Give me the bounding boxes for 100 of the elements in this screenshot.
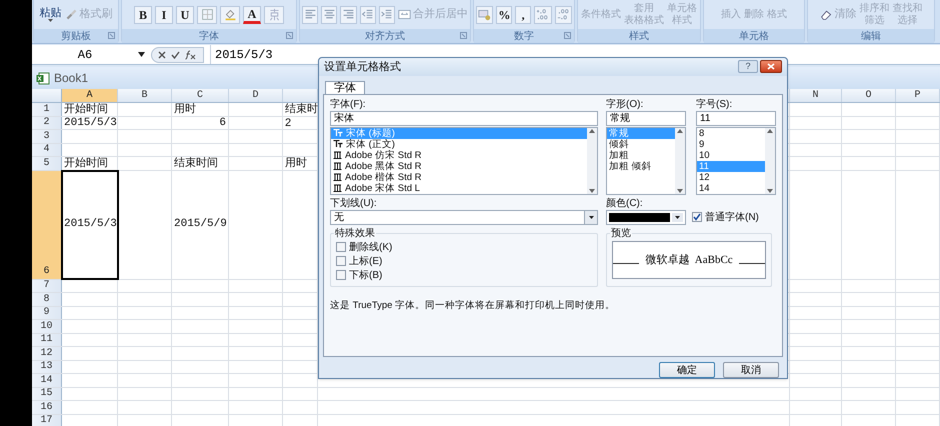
scrollbar[interactable] bbox=[765, 128, 775, 194]
close-icon[interactable] bbox=[767, 63, 775, 70]
help-button[interactable]: ? bbox=[738, 60, 758, 74]
decrease-decimal-button[interactable] bbox=[554, 6, 572, 24]
dropdown-arrow-icon[interactable] bbox=[138, 52, 145, 57]
align-center-button[interactable] bbox=[321, 6, 338, 24]
dialog-button[interactable]: 确定 bbox=[659, 362, 715, 378]
row-header[interactable]: 7 bbox=[32, 280, 62, 292]
cancel-icon[interactable] bbox=[158, 50, 166, 58]
align-left-button[interactable] bbox=[302, 6, 318, 24]
cell-text: 开始时间 bbox=[63, 102, 109, 117]
toolbar-button[interactable]: , bbox=[515, 6, 532, 24]
increase-decimal-button[interactable] bbox=[534, 6, 552, 24]
check-icon[interactable] bbox=[171, 50, 180, 58]
scroll-up-icon[interactable] bbox=[589, 128, 595, 133]
column-header[interactable]: A bbox=[62, 89, 118, 102]
row-header[interactable]: 5 bbox=[32, 157, 62, 170]
spreadsheet-icon bbox=[36, 72, 50, 84]
font-input[interactable]: 宋体 bbox=[330, 110, 598, 126]
list-item[interactable]: Adobe 仿宋 Std R bbox=[331, 150, 587, 161]
list-item[interactable]: Adobe 黑体 Std R bbox=[331, 160, 587, 172]
scroll-up-icon[interactable] bbox=[767, 128, 773, 133]
scrollbar[interactable] bbox=[587, 128, 597, 194]
list-item[interactable]: 8 bbox=[697, 128, 765, 139]
toolbar-button[interactable]: B bbox=[134, 6, 152, 24]
row-header[interactable]: 17 bbox=[32, 414, 62, 426]
scroll-up-icon[interactable] bbox=[677, 128, 683, 133]
scroll-down-icon[interactable] bbox=[589, 188, 595, 193]
row-header[interactable]: 6 bbox=[32, 170, 62, 278]
decrease-indent-button[interactable] bbox=[360, 6, 376, 24]
row-header[interactable]: 13 bbox=[32, 360, 62, 373]
paste-button[interactable]: 粘贴 bbox=[40, 8, 62, 22]
toolbar-button[interactable]: % bbox=[496, 6, 512, 24]
toolbar-button[interactable]: U bbox=[176, 6, 194, 24]
row-header[interactable]: 4 bbox=[32, 144, 62, 156]
checkbox[interactable] bbox=[336, 270, 346, 280]
group-label: 单元格 bbox=[739, 30, 769, 44]
column-header[interactable]: D bbox=[229, 89, 283, 102]
currency-button[interactable] bbox=[476, 6, 494, 24]
scroll-down-icon[interactable] bbox=[677, 188, 683, 193]
list-item[interactable]: 加粗 倾斜 bbox=[607, 160, 675, 172]
scroll-down-icon[interactable] bbox=[767, 188, 773, 193]
row-header[interactable]: 9 bbox=[32, 306, 62, 319]
toolbar-button[interactable]: I bbox=[155, 6, 173, 24]
checkbox[interactable] bbox=[336, 242, 346, 252]
row-header[interactable]: 15 bbox=[32, 388, 62, 400]
checkbox[interactable] bbox=[336, 256, 346, 266]
cell-text: 用时 bbox=[284, 156, 308, 171]
row-header[interactable]: 14 bbox=[32, 374, 62, 386]
list-item[interactable]: 10 bbox=[697, 150, 765, 161]
align-center-icon bbox=[322, 8, 336, 21]
dialog-launcher-icon[interactable] bbox=[108, 32, 115, 39]
phonetic-guide-button[interactable] bbox=[264, 6, 284, 24]
row-header[interactable]: 1 bbox=[32, 103, 62, 116]
row-header[interactable]: 3 bbox=[32, 130, 62, 142]
scrollbar[interactable] bbox=[675, 128, 685, 194]
font-style-input[interactable]: 常规 bbox=[606, 110, 686, 126]
close-button[interactable] bbox=[760, 60, 782, 74]
name-box[interactable]: A6 bbox=[32, 45, 138, 64]
row-header[interactable]: 10 bbox=[32, 320, 62, 332]
column-header[interactable]: N bbox=[790, 89, 842, 102]
dialog-launcher-icon[interactable] bbox=[564, 32, 571, 39]
row-header[interactable]: 2 bbox=[32, 116, 62, 129]
column-header[interactable]: P bbox=[896, 89, 940, 102]
increase-indent-button[interactable] bbox=[378, 6, 396, 24]
column-header[interactable]: O bbox=[842, 89, 896, 102]
list-item[interactable]: Adobe 宋体 Std L bbox=[331, 182, 587, 194]
checkbox[interactable] bbox=[692, 212, 702, 222]
column-header[interactable]: B bbox=[118, 89, 172, 102]
row-header[interactable]: 12 bbox=[32, 347, 62, 360]
row-header[interactable]: 16 bbox=[32, 401, 62, 414]
column-header[interactable]: C bbox=[172, 89, 229, 102]
font-note: 这是 TrueType 字体。同一种字体将在屏幕和打印机上同时使用。 bbox=[330, 298, 616, 313]
list-item[interactable]: 12 bbox=[697, 172, 765, 183]
list-item[interactable]: 加粗 bbox=[607, 150, 675, 161]
list-item[interactable]: 宋体 (正文) bbox=[331, 138, 587, 150]
list-item[interactable]: 9 bbox=[697, 138, 765, 150]
border-grid-button[interactable] bbox=[197, 6, 217, 24]
list-item[interactable]: 14 bbox=[697, 182, 765, 194]
increase-indent-icon bbox=[380, 8, 394, 21]
function-icon[interactable] bbox=[185, 50, 197, 60]
font-size-input[interactable]: 11 bbox=[696, 110, 776, 126]
dialog-tab[interactable]: 字体 bbox=[325, 80, 365, 94]
list-item[interactable]: 倾斜 bbox=[607, 138, 675, 150]
row-header[interactable]: 11 bbox=[32, 334, 62, 346]
align-right-button[interactable] bbox=[340, 6, 357, 24]
toolbar-button[interactable]: A bbox=[243, 6, 261, 24]
color-dropdown[interactable] bbox=[606, 210, 686, 225]
group-label: 特殊效果 bbox=[334, 228, 376, 239]
truetype-font-icon bbox=[333, 140, 343, 148]
dialog-launcher-icon[interactable] bbox=[460, 32, 467, 39]
paint-bucket-button[interactable] bbox=[220, 6, 240, 24]
border-grid-icon bbox=[200, 8, 214, 21]
dialog-button[interactable]: 取消 bbox=[723, 362, 779, 378]
row-header[interactable]: 8 bbox=[32, 293, 62, 306]
underline-dropdown[interactable]: 无 bbox=[330, 210, 598, 225]
dialog-launcher-icon[interactable] bbox=[286, 32, 293, 39]
field-label: 字体(F): bbox=[330, 98, 367, 110]
group-label: 数字 bbox=[514, 30, 534, 44]
list-item[interactable]: Adobe 楷体 Std R bbox=[331, 172, 587, 183]
